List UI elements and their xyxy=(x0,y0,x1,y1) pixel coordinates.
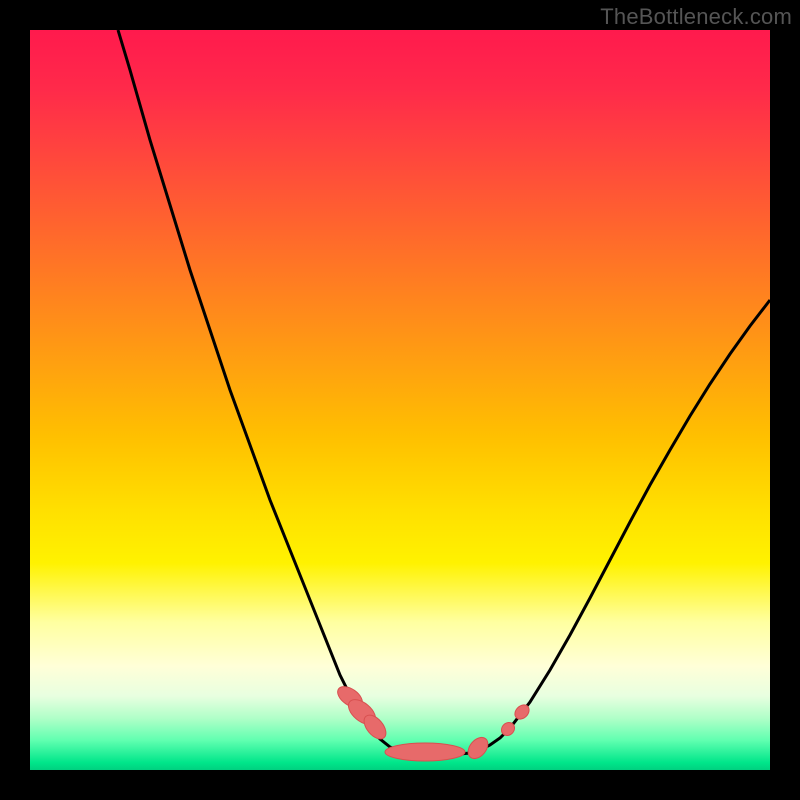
marker-right-cluster-1 xyxy=(464,734,492,763)
left-curve xyxy=(118,30,450,754)
chart-frame: TheBottleneck.com xyxy=(0,0,800,800)
marker-bottom-run xyxy=(385,743,465,761)
curve-layer xyxy=(30,30,770,770)
data-markers xyxy=(334,682,532,762)
watermark-text: TheBottleneck.com xyxy=(600,4,792,30)
right-curve xyxy=(450,300,770,754)
plot-area xyxy=(30,30,770,770)
